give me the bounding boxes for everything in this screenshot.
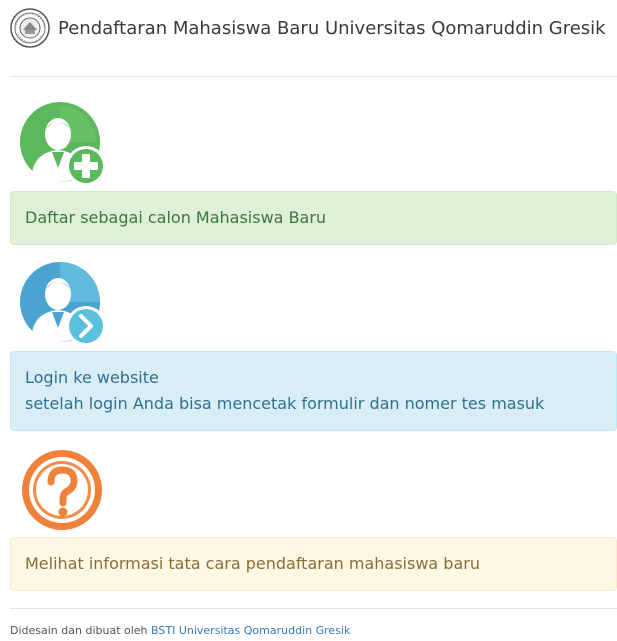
login-alert[interactable]: Login ke website setelah login Anda bisa… — [10, 351, 617, 431]
register-alert[interactable]: Daftar sebagai calon Mahasiswa Baru — [10, 191, 617, 245]
footer-credit: Didesain dan dibuat oleh — [10, 624, 152, 637]
footer-divider — [10, 608, 617, 609]
user-add-icon[interactable] — [18, 100, 110, 192]
register-text: Daftar sebagai calon Mahasiswa Baru — [25, 208, 327, 227]
login-text-line-2: setelah login Anda bisa mencetak formuli… — [25, 394, 545, 413]
info-text: Melihat informasi tata cara pendaftaran … — [25, 554, 480, 573]
header-divider — [10, 76, 617, 77]
user-login-icon[interactable] — [18, 260, 110, 352]
question-mark-icon[interactable] — [18, 446, 110, 538]
university-seal-logo — [10, 8, 50, 48]
info-alert[interactable]: Melihat informasi tata cara pendaftaran … — [10, 537, 617, 591]
footer: Didesain dan dibuat oleh BSTI Universita… — [10, 624, 350, 637]
site-title: Pendaftaran Mahasiswa Baru Universitas Q… — [58, 17, 606, 39]
footer-link[interactable]: BSTI Universitas Qomaruddin Gresik — [151, 624, 350, 637]
page-header: Pendaftaran Mahasiswa Baru Universitas Q… — [10, 8, 610, 48]
login-text-line-1: Login ke website — [25, 368, 159, 387]
